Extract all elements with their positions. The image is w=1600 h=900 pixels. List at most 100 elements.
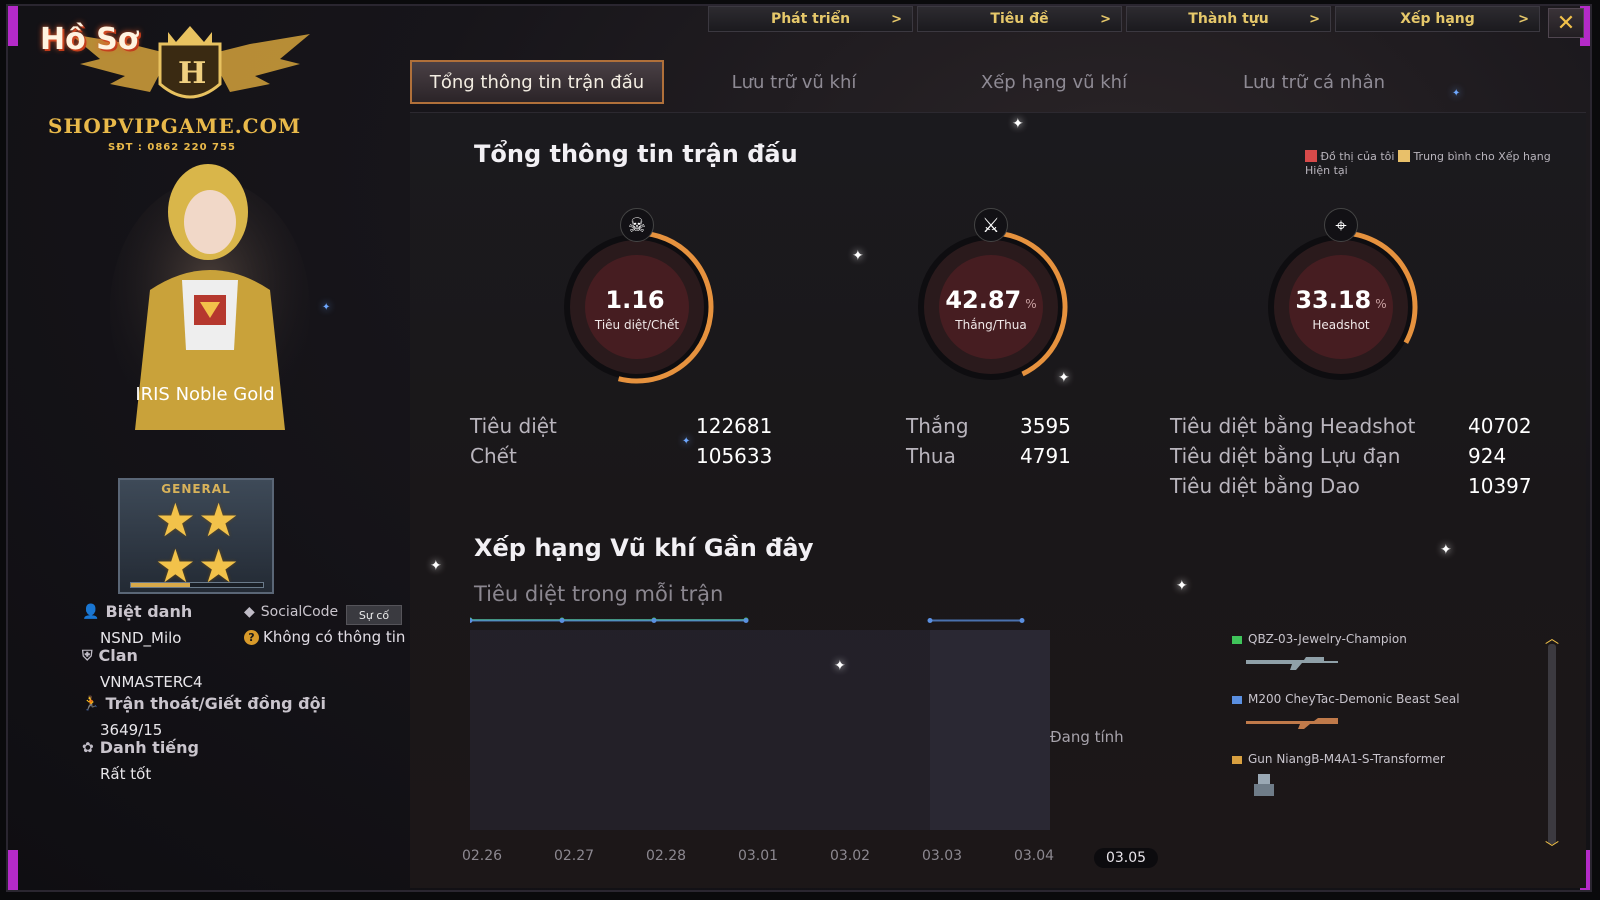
grenade-kills-row: Tiêu diệt bằng Lựu đạn	[1170, 444, 1400, 468]
stat-label: Tiêu diệt bằng Dao	[1170, 474, 1360, 498]
stat-value: 40702	[1468, 414, 1532, 438]
legend-swatch-average	[1397, 150, 1410, 162]
socialcode-label: SocialCode	[260, 604, 339, 620]
chevron-right-icon: >	[1100, 11, 1111, 27]
nav-label: Thành tựu	[1188, 11, 1269, 27]
close-icon: ✕	[1556, 10, 1576, 36]
x-tick-label[interactable]: 03.05	[1093, 848, 1159, 868]
data-point	[927, 618, 933, 623]
weapon-name: QBZ-03-Jewelry-Champion	[1248, 632, 1407, 646]
kills-value: 122681	[696, 414, 772, 438]
chart-plot-area	[470, 617, 1050, 830]
legend-swatch-mine	[1305, 150, 1317, 162]
logo-monogram: H	[178, 56, 207, 91]
stat-value: 105633	[696, 444, 773, 468]
escape-value: 3649/15	[100, 721, 163, 739]
tab-match-summary[interactable]: Tổng thông tin trận đấu	[410, 60, 664, 104]
logo-site-text: SHOPVIPGAME.COM	[48, 114, 302, 138]
stat-label: Tiêu diệt	[470, 414, 557, 438]
crossed-swords-icon: ⚔	[974, 208, 1008, 242]
weapon-name: M200 CheyTac-Demonic Beast Seal	[1248, 692, 1460, 706]
gauge-unit: %	[1025, 297, 1037, 311]
scrollbar-track[interactable]	[1548, 644, 1556, 844]
stat-label: Thắng	[906, 414, 969, 438]
tag-icon: ◆	[244, 604, 255, 620]
chart-legend: Đồ thị của tôi Trung bình cho Xếp hạng H…	[1305, 150, 1575, 178]
frame-corner	[8, 6, 18, 46]
stat-value: 4791	[1020, 444, 1071, 468]
hs-kills-row: Tiêu diệt bằng Headshot	[1170, 414, 1415, 438]
list-item[interactable]: QBZ-03-Jewelry-Champion	[1232, 632, 1532, 692]
clan-section: ⛨ Clan VNMASTERC4	[82, 646, 203, 691]
weapon-list-scrollbar[interactable]: ︿ ﹀	[1545, 631, 1559, 857]
nav-button-titles[interactable]: Tiêu đề >	[917, 6, 1122, 32]
star-icon: ★	[198, 493, 240, 547]
nav-button-ranking[interactable]: Xếp hạng >	[1335, 6, 1540, 32]
x-tick-label: 03.01	[737, 848, 779, 864]
chevron-right-icon: >	[891, 11, 902, 27]
summary-title: Tổng thông tin trận đấu	[474, 140, 798, 168]
shop-logo: Hồ Sơ H SHOPVIPGAME.COM SĐT : 0862 220 7…	[30, 14, 310, 164]
losses-row: Thua	[906, 444, 956, 468]
kills-row: Tiêu diệt	[470, 414, 557, 438]
list-item[interactable]: M200 CheyTac-Demonic Beast Seal	[1232, 692, 1532, 752]
chart-area-fill	[930, 630, 1050, 830]
running-icon: 🏃	[82, 695, 100, 712]
nav-button-develop[interactable]: Phát triển >	[708, 6, 913, 32]
chevron-right-icon: >	[1518, 11, 1529, 27]
close-button[interactable]: ✕	[1548, 8, 1584, 38]
gauge-value: 33.18	[1295, 286, 1372, 314]
knife-kills-row: Tiêu diệt bằng Dao	[1170, 474, 1360, 498]
tab-personal-archive[interactable]: Lưu trữ cá nhân	[1184, 60, 1444, 104]
data-point	[559, 618, 565, 623]
gauge-unit: %	[1375, 297, 1387, 311]
list-item[interactable]: Gun NiangB-M4A1-S-Transformer	[1232, 752, 1532, 812]
help-icon: ?	[244, 629, 259, 645]
nav-label: Xếp hạng	[1400, 11, 1475, 27]
deaths-value: 105633	[696, 444, 772, 468]
weapon-list: QBZ-03-Jewelry-Champion M200 CheyTac-Dem…	[1232, 632, 1532, 812]
rank-progress-fill	[131, 583, 191, 587]
data-point	[651, 618, 657, 623]
weapon-color-swatch	[1232, 756, 1242, 764]
deaths-row: Chết	[470, 444, 517, 468]
hs-kills-value: 40702	[1468, 414, 1532, 438]
losses-value: 4791	[1020, 444, 1071, 468]
reputation-label: Danh tiếng	[99, 738, 199, 757]
stat-value: 122681	[696, 414, 773, 438]
stat-value: 3595	[1020, 414, 1071, 438]
tab-weapon-archive[interactable]: Lưu trữ vũ khí	[664, 60, 924, 104]
data-point	[1019, 618, 1025, 623]
winrate-gauge: ⚔ 42.87% Thắng/Thua	[906, 208, 1076, 392]
x-tick-label: 03.04	[1013, 848, 1055, 864]
recent-weapons-title: Xếp hạng Vũ khí Gần đây	[474, 534, 814, 562]
nav-button-achievements[interactable]: Thành tựu >	[1126, 6, 1331, 32]
nickname-label: Biệt danh	[105, 602, 193, 621]
escape-section: 🏃 Trận thoát/Giết đồng đội 3649/15	[82, 694, 326, 739]
page-title: Hồ Sơ	[40, 22, 139, 57]
stat-value: 924	[1468, 444, 1507, 468]
knife-kills-value: 10397	[1468, 474, 1532, 498]
gear-icon: ✿	[82, 739, 94, 756]
gauge-label: Tiêu diệt/Chết	[594, 318, 680, 332]
skull-icon: ☠	[620, 208, 654, 242]
data-point	[743, 618, 749, 623]
nickname-section: 👤 Biệt danh NSND_Milo	[82, 602, 192, 647]
legend-label-mine: Đồ thị của tôi	[1320, 150, 1395, 163]
nickname-value: NSND_Milo	[100, 629, 182, 647]
rank-title: GENERAL	[161, 482, 231, 496]
scroll-down-icon[interactable]: ﹀	[1542, 838, 1562, 858]
character-name: IRIS Noble Gold	[135, 384, 275, 405]
tab-weapon-ranking[interactable]: Xếp hạng vũ khí	[924, 60, 1184, 104]
rank-progress-bar	[130, 582, 264, 588]
kd-gauge: ☠ 1.16 Tiêu diệt/Chết	[552, 208, 722, 392]
x-tick-label: 03.02	[829, 848, 871, 864]
wins-value: 3595	[1020, 414, 1071, 438]
gauge-value: 42.87	[945, 286, 1022, 314]
report-button[interactable]: Sự cố	[346, 605, 402, 625]
nav-label: Tiêu đề	[990, 11, 1049, 27]
nav-label: Phát triển	[770, 11, 851, 27]
frame-corner	[8, 850, 18, 890]
star-icon: ★	[154, 493, 196, 547]
stat-label: Chết	[470, 444, 517, 468]
